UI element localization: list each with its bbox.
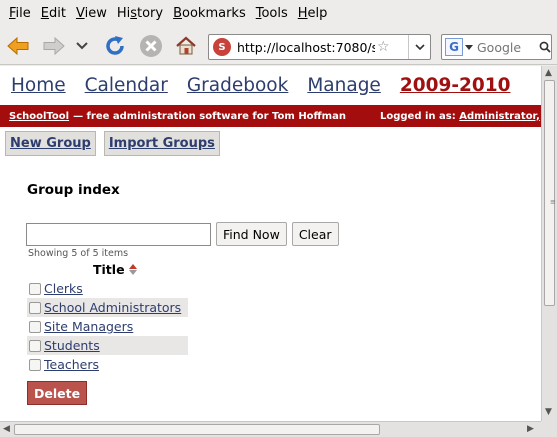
logged-in-label: Logged in as: <box>380 110 456 122</box>
nav-calendar-link[interactable]: Calendar <box>85 75 168 96</box>
group-link[interactable]: Teachers <box>44 357 99 372</box>
row-checkbox[interactable] <box>29 358 41 371</box>
login-status: Logged in as: Administrator, <box>380 111 540 122</box>
url-bar[interactable]: S http://localhost:7080/s ☆ <box>208 34 431 60</box>
title-column-header[interactable]: Title <box>93 262 137 277</box>
back-arrow-icon <box>7 36 29 56</box>
filter-form: Find Now Clear <box>26 222 339 246</box>
scroll-left-icon[interactable]: ◀ <box>3 424 10 434</box>
chevron-down-icon <box>414 44 425 50</box>
history-dropdown[interactable] <box>72 32 92 60</box>
menu-help[interactable]: Help <box>293 6 333 21</box>
menu-file[interactable]: File <box>4 6 36 21</box>
scroll-right-icon[interactable]: ▶ <box>527 424 534 434</box>
scrollbar-corner <box>541 421 557 437</box>
row-checkbox[interactable] <box>29 301 41 314</box>
import-groups-button[interactable]: Import Groups <box>103 131 220 156</box>
url-dropdown-button[interactable] <box>408 35 430 59</box>
nav-gradebook-link[interactable]: Gradebook <box>187 75 289 96</box>
delete-button[interactable]: Delete <box>27 381 88 405</box>
home-button[interactable] <box>172 32 200 60</box>
group-link[interactable]: Site Managers <box>44 319 133 334</box>
magnifier-icon[interactable] <box>539 41 551 53</box>
navigation-toolbar: S http://localhost:7080/s ☆ G <box>0 27 557 65</box>
row-checkbox[interactable] <box>29 282 41 295</box>
scroll-up-icon[interactable]: ▲ <box>545 68 552 78</box>
chevron-down-icon <box>76 42 88 50</box>
scroll-down-icon[interactable]: ▼ <box>545 407 552 417</box>
horizontal-scroll-thumb[interactable] <box>14 424 380 435</box>
search-engine-icon[interactable]: G <box>445 38 463 56</box>
tagline: — free administration software for Tom H… <box>73 110 346 122</box>
grip-icon: ≡ <box>550 198 556 206</box>
page-title: Group index <box>27 182 120 198</box>
menu-tools[interactable]: Tools <box>251 6 293 21</box>
new-group-button[interactable]: New Group <box>5 131 96 156</box>
nav-home-link[interactable]: Home <box>11 75 66 96</box>
menu-view[interactable]: View <box>71 6 112 21</box>
search-input[interactable] <box>477 39 539 55</box>
item-count: Showing 5 of 5 items <box>28 248 129 259</box>
filter-input[interactable] <box>26 222 211 246</box>
column-title-label[interactable]: Title <box>93 262 125 277</box>
current-user-link[interactable]: Administrator, <box>459 111 540 122</box>
menu-history[interactable]: History <box>112 6 168 21</box>
header-bar: SchoolTool — free administration softwar… <box>0 105 541 127</box>
sort-arrow-icon[interactable] <box>128 264 137 275</box>
vertical-scroll-thumb[interactable]: ≡ <box>544 80 556 306</box>
page-viewport: Home Calendar Gradebook Manage 2009-2010… <box>0 66 541 421</box>
forward-button[interactable] <box>40 32 68 60</box>
site-identity-icon[interactable]: S <box>213 38 231 56</box>
group-list: Clerks School Administrators Site Manage… <box>27 279 188 374</box>
reload-button[interactable] <box>101 32 129 60</box>
list-item: Clerks <box>27 279 188 298</box>
action-bar: New Group Import Groups <box>5 131 220 156</box>
search-bar[interactable]: G <box>441 34 552 60</box>
list-item: Students <box>27 336 188 355</box>
group-link[interactable]: Clerks <box>44 281 83 296</box>
url-text[interactable]: http://localhost:7080/s <box>237 40 375 55</box>
row-checkbox[interactable] <box>29 320 41 333</box>
nav-manage-link[interactable]: Manage <box>307 75 381 96</box>
list-item: School Administrators <box>27 298 188 317</box>
menu-bookmarks[interactable]: Bookmarks <box>168 6 251 21</box>
home-icon <box>176 36 196 55</box>
forward-arrow-icon <box>43 36 65 56</box>
nav-school-year-link[interactable]: 2009-2010 <box>400 75 511 96</box>
main-navigation: Home Calendar Gradebook Manage 2009-2010 <box>0 66 541 105</box>
group-link[interactable]: Students <box>44 338 100 353</box>
menu-bar: File Edit View History Bookmarks Tools H… <box>0 0 557 27</box>
stop-icon <box>140 35 162 57</box>
bookmark-star-icon[interactable]: ☆ <box>377 39 390 55</box>
row-checkbox[interactable] <box>29 339 41 352</box>
vertical-scrollbar[interactable]: ▲ ≡ ▼ <box>541 66 557 421</box>
chevron-down-icon[interactable] <box>465 44 473 50</box>
stop-button[interactable] <box>137 32 165 60</box>
list-item: Teachers <box>27 355 188 374</box>
horizontal-scrollbar[interactable]: ◀ ▶ <box>0 421 541 437</box>
list-item: Site Managers <box>27 317 188 336</box>
find-now-button[interactable]: Find Now <box>216 222 287 246</box>
group-link[interactable]: School Administrators <box>44 300 181 315</box>
clear-button[interactable]: Clear <box>291 222 339 246</box>
brand-link[interactable]: SchoolTool <box>9 111 69 122</box>
menu-edit[interactable]: Edit <box>36 6 71 21</box>
back-button[interactable] <box>4 32 32 60</box>
reload-icon <box>106 36 124 55</box>
